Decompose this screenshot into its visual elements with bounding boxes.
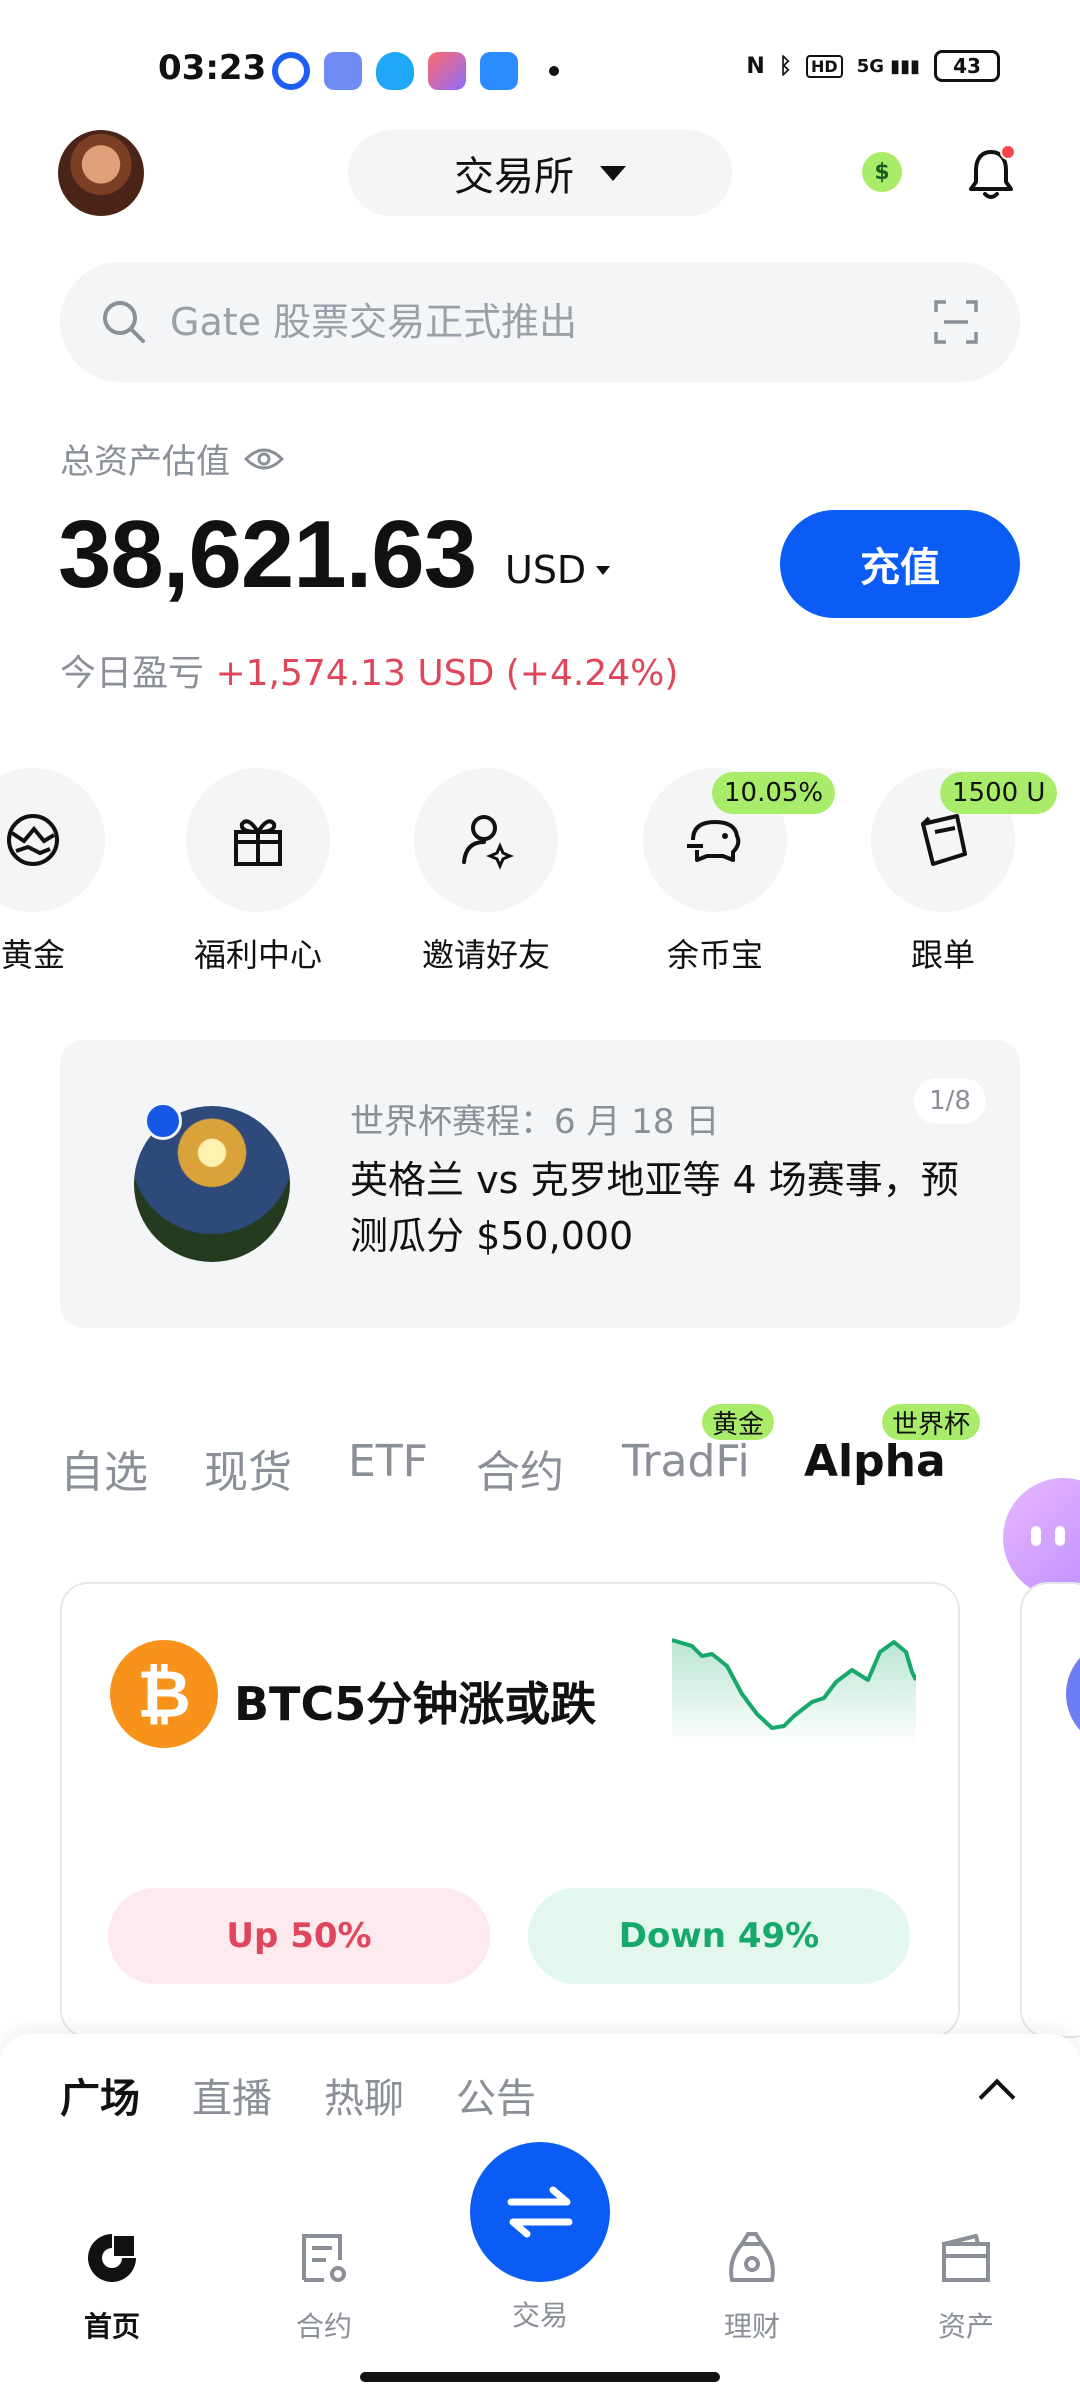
app-notification-icon [428,52,466,90]
tradfi-badge: 黄金 [702,1404,775,1440]
app-notification-icon [480,52,518,90]
search-icon [103,301,145,343]
sheet-tab-live[interactable]: 直播 [192,2066,272,2124]
nav-label: 资产 [937,2310,994,2343]
nav-home[interactable]: 首页 [42,2230,182,2345]
quick-item-rewards-circle [186,768,330,912]
banner-page-indicator: 1/8 [914,1078,986,1124]
currency-selector[interactable]: USD [505,548,611,592]
nav-assets[interactable]: 资产 [896,2230,1036,2345]
bluetooth-icon: ᛒ [778,53,793,79]
battery-level: 43 [953,54,981,78]
tab-futures[interactable]: 合约 [476,1436,564,1500]
search-bar[interactable] [60,262,1020,382]
total-assets-label: 总资产估值 [60,434,284,483]
bitcoin-icon: ₿ [110,1640,218,1748]
tab-etf[interactable]: ETF [348,1436,428,1487]
floating-assistant-button[interactable] [1003,1478,1080,1598]
gold-globe-icon [7,814,59,866]
exchange-switcher[interactable]: 交易所 [348,130,732,216]
money-bag-icon [729,2232,775,2282]
quick-item-invite[interactable]: 邀请好友 [411,768,561,976]
up-button[interactable]: Up 50% [108,1888,490,1984]
banner-title: 英格兰 vs 克罗地亚等 4 场赛事，预测瓜分 $50,000 [350,1158,959,1258]
next-card-icon [1066,1640,1080,1748]
more-notifications-dot [549,66,559,76]
pnl-label: 今日盈亏 [60,653,205,694]
hd-icon: HD [806,54,843,78]
quick-item-rewards[interactable]: 福利中心 [183,768,333,976]
copy-trade-icon [921,814,967,866]
status-time: 03:23 [158,48,267,88]
sheet-tab-hot-chat[interactable]: 热聊 [324,2066,404,2124]
notification-icons [272,52,518,90]
tab-tradfi[interactable]: TradFi [622,1436,750,1487]
alpha-badge: 世界杯 [882,1404,981,1440]
pnl-value: +1,574.13 USD (+4.24%) [215,653,679,694]
nav-label: 合约 [295,2310,352,2343]
exchange-label: 交易所 [454,154,574,200]
piggy-bank-icon [687,820,741,862]
nav-label: 首页 [83,2310,140,2343]
trade-fab-button[interactable] [470,2142,610,2282]
nfc-icon: N [746,53,765,79]
quick-item-label: 余币宝 [666,936,763,974]
scan-icon[interactable] [932,298,980,346]
chevron-down-icon [596,565,611,575]
chevron-down-icon [600,165,626,181]
prediction-card[interactable]: ₿ BTC5分钟涨或跌 Up 50% Down 49% [60,1582,960,2038]
invite-user-icon [462,815,514,870]
nav-earn[interactable]: 理财 [682,2230,822,2345]
home-indicator[interactable] [360,2372,720,2382]
quick-item-label: 跟单 [910,936,975,974]
app-notification-icon [324,52,362,90]
quick-item-invite-circle [414,768,558,912]
wallet-icon [942,2234,990,2282]
nav-futures[interactable]: 合约 [254,2230,394,2345]
dollar-coin-icon[interactable]: $ [862,152,902,192]
next-card-peek[interactable] [1020,1582,1080,2038]
total-balance: 38,621.63 [58,501,477,608]
eye-icon[interactable] [244,446,284,472]
today-pnl: 今日盈亏 +1,574.13 USD (+4.24%) [60,644,678,696]
nav-label: 理财 [723,2310,780,2343]
banner-subtitle: 世界杯赛程：6 月 18 日 [350,1102,720,1142]
quick-item-label: 黄金 [0,936,65,974]
savings-rate-badge: 10.05% [712,772,836,814]
tab-favorites[interactable]: 自选 [60,1436,148,1500]
qq-icon [376,52,414,90]
swap-arrows-icon [507,2186,573,2238]
home-icon [88,2234,136,2282]
currency-label: USD [505,548,587,592]
signal-icon: 5G ▮▮▮ [856,55,920,77]
quick-item-label: 邀请好友 [421,936,550,974]
banner-dot-icon [144,1102,182,1140]
quick-item-gold-circle [0,768,105,912]
system-status-icons: N ᛒ HD 5G ▮▮▮ 43 [746,50,1000,82]
deposit-button[interactable]: 充值 [780,510,1020,618]
gift-icon [234,819,282,866]
promo-banner[interactable]: 世界杯赛程：6 月 18 日 英格兰 vs 克罗地亚等 4 场赛事，预测瓜分 $… [60,1040,1020,1328]
avatar[interactable] [58,130,144,216]
down-button[interactable]: Down 49% [528,1888,910,1984]
app-notification-icon [272,52,310,90]
sheet-tab-square[interactable]: 广场 [60,2066,140,2124]
nav-trade-label[interactable]: 交易 [470,2294,610,2334]
status-bar: 03:23 N ᛒ HD 5G ▮▮▮ 43 [0,0,1080,130]
futures-icon [302,2234,346,2282]
sheet-tab-announcements[interactable]: 公告 [456,2066,536,2124]
prediction-title: BTC5分钟涨或跌 [234,1677,597,1731]
battery-icon: 43 [934,50,1000,82]
network-type: 5G [856,55,885,77]
tab-alpha[interactable]: Alpha [804,1436,946,1487]
quick-item-label: 福利中心 [193,936,322,974]
quick-item-gold[interactable]: 黄金 [0,768,108,976]
tab-spot[interactable]: 现货 [204,1436,292,1500]
search-input[interactable] [170,300,850,344]
total-assets-text: 总资产估值 [60,442,230,482]
copy-trade-badge: 1500 U [940,772,1058,814]
price-sparkline [672,1638,916,1746]
notification-badge [1000,144,1016,160]
